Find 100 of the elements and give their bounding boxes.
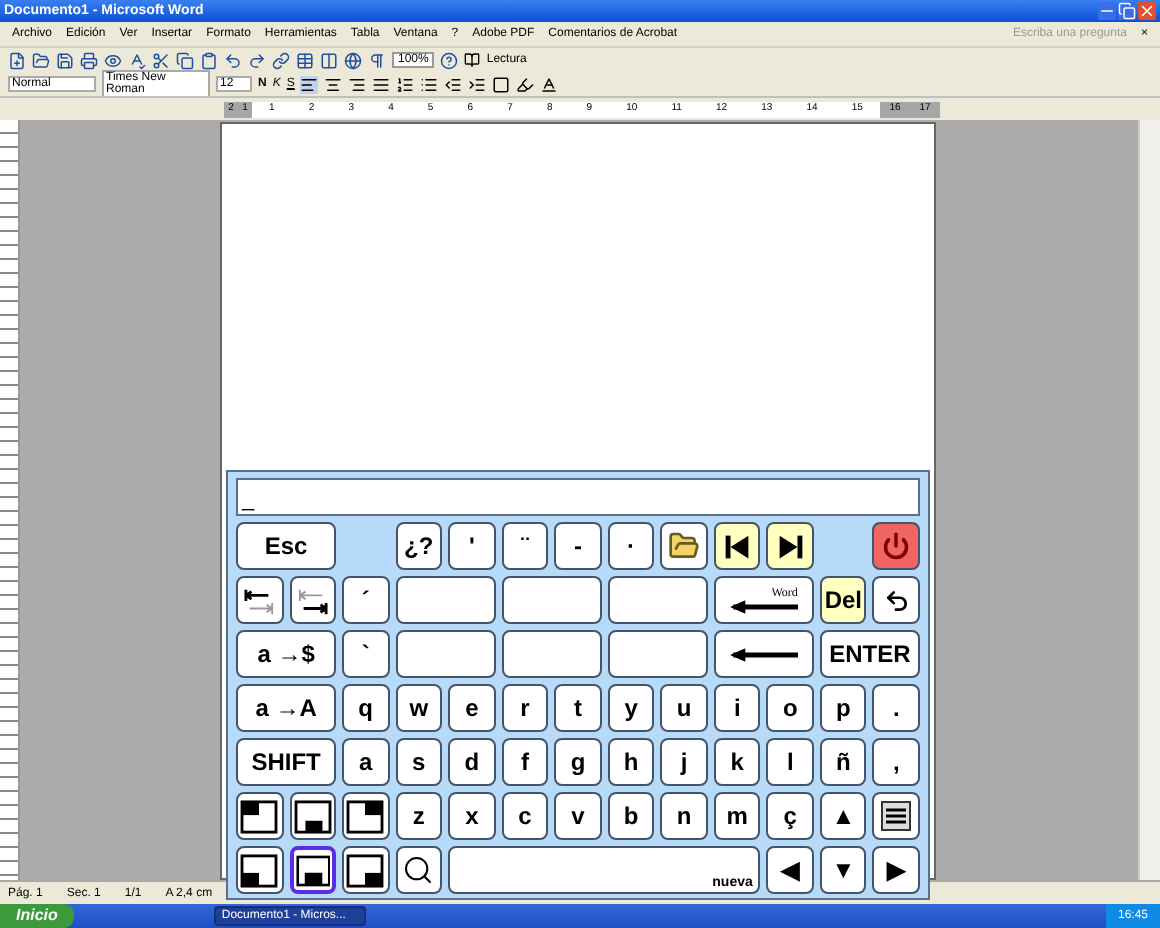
- keyboard-key[interactable]: [289, 792, 337, 840]
- keyboard-key[interactable]: b: [607, 792, 655, 840]
- close-icon[interactable]: [1138, 2, 1156, 20]
- keyboard-key[interactable]: x: [448, 792, 496, 840]
- keyboard-key[interactable]: q: [342, 684, 390, 732]
- keyboard-key[interactable]: ´: [342, 576, 390, 624]
- keyboard-key[interactable]: `: [342, 630, 390, 678]
- keyboard-key[interactable]: ▼: [819, 846, 867, 894]
- keyboard-key[interactable]: k: [713, 738, 761, 786]
- keyboard-key[interactable]: f: [501, 738, 549, 786]
- clipboard-icon[interactable]: [200, 51, 218, 69]
- keyboard-key[interactable]: h: [607, 738, 655, 786]
- start-button[interactable]: Inicio: [0, 904, 74, 928]
- outdent-icon[interactable]: [444, 75, 463, 93]
- keyboard-key[interactable]: [872, 576, 920, 624]
- align-right-icon[interactable]: [348, 75, 367, 93]
- keyboard-key[interactable]: [660, 522, 708, 570]
- border-icon[interactable]: [492, 75, 511, 93]
- keyboard-key[interactable]: n: [660, 792, 708, 840]
- keyboard-key[interactable]: l: [766, 738, 814, 786]
- keyboard-key[interactable]: [501, 576, 602, 624]
- keyboard-key[interactable]: i: [713, 684, 761, 732]
- keyboard-key[interactable]: ç: [766, 792, 814, 840]
- keyboard-key[interactable]: [713, 522, 761, 570]
- keyboard-key[interactable]: v: [554, 792, 602, 840]
- keyboard-key[interactable]: ,: [872, 738, 920, 786]
- keyboard-key[interactable]: s: [395, 738, 443, 786]
- keyboard-key[interactable]: j: [660, 738, 708, 786]
- minimize-icon[interactable]: [1098, 2, 1116, 20]
- keyboard-key[interactable]: -: [554, 522, 602, 570]
- keyboard-key[interactable]: p: [819, 684, 867, 732]
- keyboard-key[interactable]: m: [713, 792, 761, 840]
- keyboard-key[interactable]: [236, 576, 284, 624]
- keyboard-key[interactable]: a →$: [236, 630, 337, 678]
- keyboard-key[interactable]: r: [501, 684, 549, 732]
- keyboard-key[interactable]: ▶: [872, 846, 920, 894]
- keyboard-key[interactable]: [501, 630, 602, 678]
- scrollbar[interactable]: [1138, 120, 1160, 880]
- keyboard-key[interactable]: [607, 576, 708, 624]
- copy-icon[interactable]: [176, 51, 194, 69]
- keyboard-key[interactable]: g: [554, 738, 602, 786]
- keyboard-key[interactable]: e: [448, 684, 496, 732]
- keyboard-key[interactable]: [395, 846, 443, 894]
- keyboard-key[interactable]: ñ: [819, 738, 867, 786]
- keyboard-key[interactable]: [395, 576, 496, 624]
- keyboard-key[interactable]: [607, 630, 708, 678]
- keyboard-key[interactable]: SHIFT: [236, 738, 337, 786]
- redo-icon[interactable]: [248, 51, 266, 69]
- save-icon[interactable]: [56, 51, 74, 69]
- numbered-list-icon[interactable]: [396, 75, 415, 93]
- align-center-icon[interactable]: [324, 75, 343, 93]
- keyboard-key[interactable]: [342, 792, 390, 840]
- keyboard-key[interactable]: a →A: [236, 684, 337, 732]
- keyboard-key[interactable]: a: [342, 738, 390, 786]
- keyboard-key[interactable]: ◀: [766, 846, 814, 894]
- link-icon[interactable]: [272, 51, 290, 69]
- keyboard-key[interactable]: ': [448, 522, 496, 570]
- keyboard-key[interactable]: [289, 576, 337, 624]
- keyboard-key[interactable]: u: [660, 684, 708, 732]
- keyboard-key[interactable]: ¨: [501, 522, 549, 570]
- keyboard-key[interactable]: ▲: [819, 792, 867, 840]
- keyboard-key[interactable]: [713, 630, 814, 678]
- keyboard-key[interactable]: [872, 792, 920, 840]
- highlighter-icon[interactable]: [516, 75, 535, 93]
- spellcheck-icon[interactable]: [128, 51, 146, 69]
- restore-icon[interactable]: [1118, 2, 1136, 20]
- help-icon[interactable]: [440, 51, 459, 69]
- font-color-icon[interactable]: [540, 75, 559, 93]
- keyboard-key[interactable]: y: [607, 684, 655, 732]
- keyboard-key[interactable]: [236, 846, 284, 894]
- indent-icon[interactable]: [468, 75, 487, 93]
- keyboard-key[interactable]: ·: [607, 522, 655, 570]
- keyboard-key[interactable]: d: [448, 738, 496, 786]
- keyboard-key[interactable]: o: [766, 684, 814, 732]
- keyboard-key[interactable]: z: [395, 792, 443, 840]
- text-input-field[interactable]: _: [236, 478, 920, 516]
- keyboard-key[interactable]: [342, 846, 390, 894]
- align-left-icon[interactable]: [300, 75, 319, 93]
- new-document-icon[interactable]: [8, 51, 26, 69]
- keyboard-key[interactable]: t: [554, 684, 602, 732]
- undo-icon[interactable]: [224, 51, 242, 69]
- keyboard-key[interactable]: [395, 630, 496, 678]
- printer-icon[interactable]: [80, 51, 98, 69]
- table-icon[interactable]: [296, 51, 314, 69]
- keyboard-key[interactable]: ¿?: [395, 522, 443, 570]
- keyboard-key[interactable]: [289, 846, 337, 894]
- globe-icon[interactable]: [344, 51, 362, 69]
- book-icon[interactable]: [464, 52, 481, 68]
- folder-icon[interactable]: [32, 51, 50, 69]
- keyboard-key[interactable]: w: [395, 684, 443, 732]
- pilcrow-icon[interactable]: [368, 51, 386, 69]
- keyboard-key[interactable]: Del: [819, 576, 867, 624]
- preview-icon[interactable]: [104, 51, 122, 69]
- bullet-list-icon[interactable]: [420, 75, 439, 93]
- keyboard-key[interactable]: [236, 792, 284, 840]
- columns-icon[interactable]: [320, 51, 338, 69]
- scissors-icon[interactable]: [152, 51, 170, 69]
- keyboard-key[interactable]: c: [501, 792, 549, 840]
- align-justify-icon[interactable]: [372, 75, 391, 93]
- keyboard-key[interactable]: .: [872, 684, 920, 732]
